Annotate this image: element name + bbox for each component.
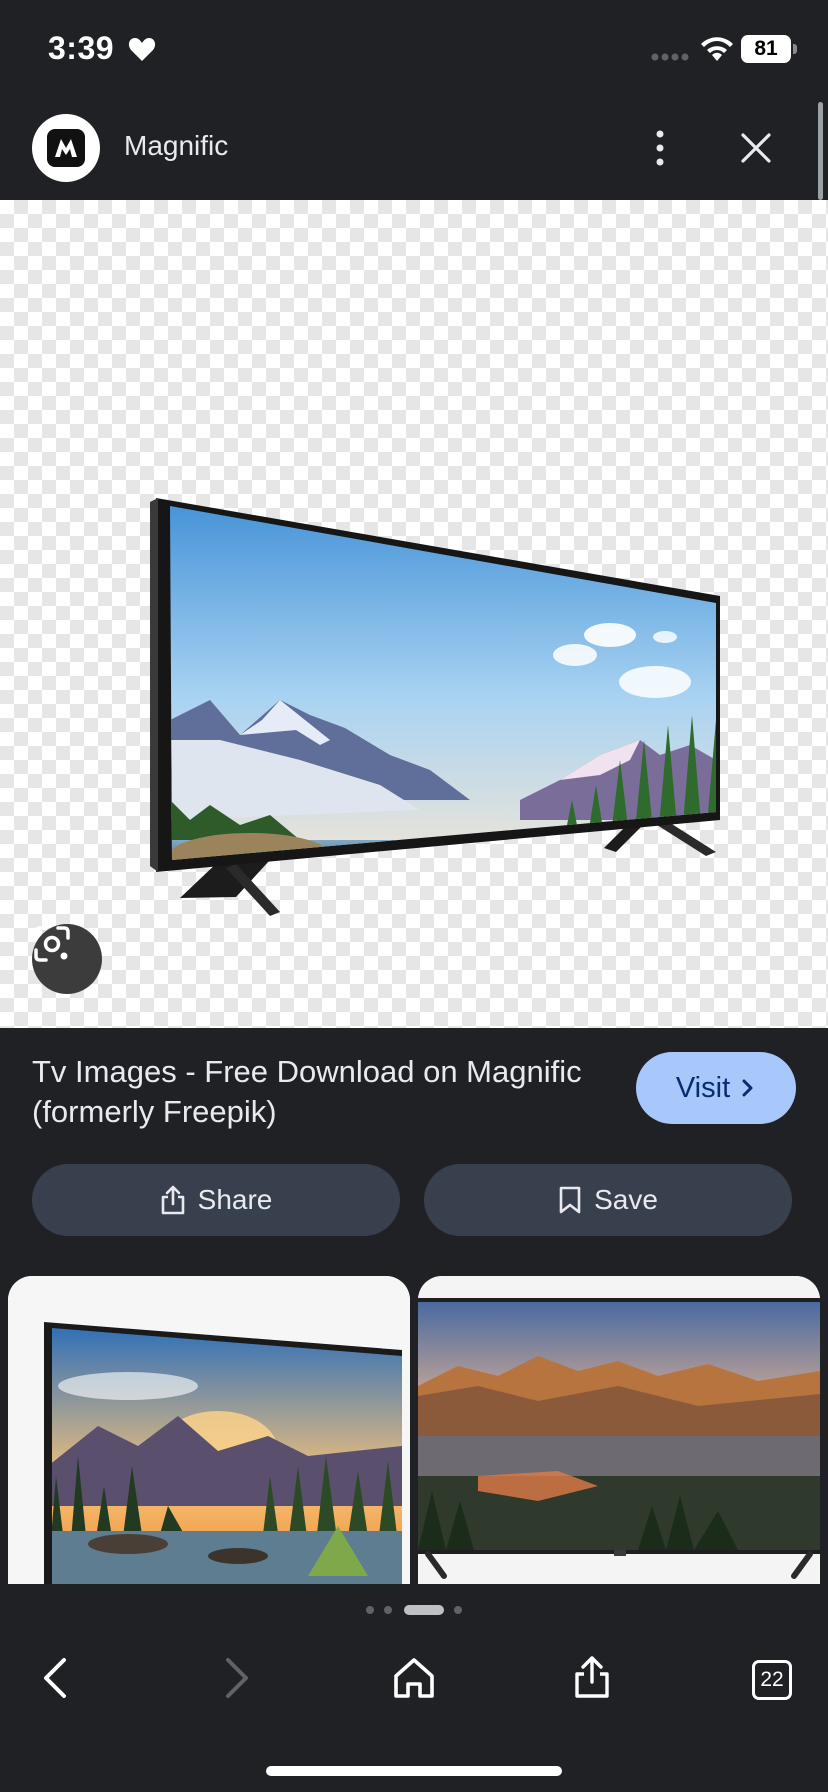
scroll-indicator[interactable]	[818, 102, 823, 200]
logo-mark	[47, 129, 85, 167]
battery-tip	[793, 44, 797, 54]
more-vert-icon[interactable]	[648, 128, 672, 168]
page-dot	[454, 1606, 462, 1614]
magnific-logo-icon[interactable]	[32, 114, 100, 182]
share-label: Share	[197, 1184, 273, 1215]
bookmark-icon	[559, 1186, 581, 1214]
main-image[interactable]	[0, 200, 828, 1028]
related-image[interactable]	[8, 1276, 410, 1584]
header: Magnific	[0, 100, 828, 200]
home-icon[interactable]	[388, 1652, 440, 1704]
share-icon[interactable]	[566, 1652, 618, 1704]
share-button[interactable]: Share	[32, 1164, 400, 1236]
wifi-icon	[701, 37, 733, 61]
page-indicator	[360, 1604, 470, 1616]
page-dot-active	[404, 1605, 444, 1615]
save-label: Save	[594, 1184, 658, 1215]
share-icon	[161, 1185, 184, 1215]
logo-glyph	[55, 139, 77, 157]
page-dot	[384, 1606, 392, 1614]
battery-icon: 81	[741, 35, 791, 63]
tabs-icon[interactable]: 22	[752, 1660, 792, 1700]
related-thumbnail-1	[8, 1276, 410, 1584]
page-dot	[366, 1606, 374, 1614]
google-lens-button[interactable]	[32, 924, 102, 994]
tv-illustration	[150, 498, 720, 916]
status-time: 3:39	[48, 30, 115, 66]
visit-label: Visit	[675, 1071, 731, 1104]
home-indicator[interactable]	[266, 1766, 562, 1776]
close-icon[interactable]	[738, 130, 774, 166]
signal-icon	[651, 53, 689, 61]
related-thumbnail-2	[418, 1276, 820, 1584]
save-button[interactable]: Save	[424, 1164, 792, 1236]
chevron-right-icon	[742, 1079, 753, 1097]
heart-icon	[128, 38, 156, 61]
google-lens-icon	[34, 926, 70, 962]
related-image[interactable]	[418, 1276, 820, 1584]
forward-icon[interactable]	[208, 1652, 260, 1704]
site-name[interactable]: Magnific	[124, 130, 228, 162]
back-icon[interactable]	[32, 1652, 84, 1704]
visit-button[interactable]: Visit	[636, 1052, 796, 1124]
status-bar: 3:39 81	[0, 0, 828, 100]
result-title[interactable]: Tv Images - Free Download on Magnific (f…	[32, 1052, 592, 1132]
